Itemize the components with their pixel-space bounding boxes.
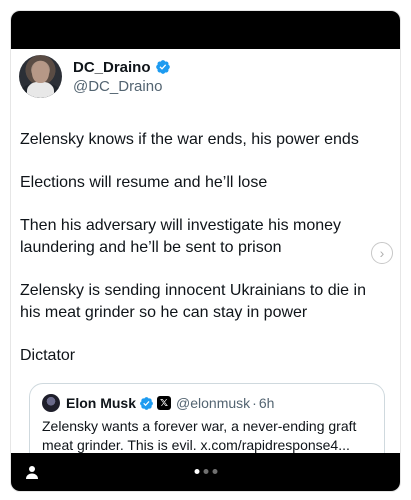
chevron-right-icon: ›: [379, 245, 385, 261]
tweet-text: Zelensky knows if the war ends, his powe…: [20, 129, 390, 388]
quoted-tweet[interactable]: Elon Musk 𝕏 @elonmusk · 6h Zelensky want…: [29, 383, 385, 453]
next-slide-button[interactable]: ›: [371, 242, 393, 264]
display-name-row: DC_Draino: [73, 59, 171, 76]
author-handle[interactable]: @DC_Draino: [73, 78, 171, 95]
carousel-indicator: [194, 469, 217, 474]
post-screenshot: DC_Draino @DC_Draino Zelensky knows if t…: [11, 49, 400, 453]
carousel-dot[interactable]: [194, 469, 199, 474]
author-names: DC_Draino @DC_Draino: [73, 59, 171, 95]
quoted-tweet-text: Zelensky wants a forever war, a never-en…: [42, 418, 357, 453]
bottom-bar: [11, 453, 400, 491]
story-frame: DC_Draino @DC_Draino Zelensky knows if t…: [10, 10, 401, 492]
quoted-tweet-header: Elon Musk 𝕏 @elonmusk · 6h: [42, 394, 372, 412]
tweet-author[interactable]: DC_Draino @DC_Draino: [19, 55, 171, 98]
user-icon[interactable]: [25, 465, 39, 479]
quoted-timestamp[interactable]: 6h: [259, 395, 275, 411]
quoted-display-name[interactable]: Elon Musk: [66, 395, 136, 411]
tweet-paragraph: Zelensky is sending innocent Ukrainians …: [20, 282, 366, 321]
author-display-name[interactable]: DC_Draino: [73, 59, 151, 76]
avatar[interactable]: [19, 55, 62, 98]
x-affiliate-icon: 𝕏: [157, 396, 172, 410]
tweet-paragraph: Dictator: [20, 347, 76, 364]
tweet-paragraph: Elections will resume and he’ll lose: [20, 174, 268, 191]
tweet-paragraph: Then his adversary will investigate his …: [20, 217, 342, 256]
carousel-dot[interactable]: [212, 469, 217, 474]
verified-badge-icon: [155, 60, 170, 74]
separator-dot: ·: [252, 395, 257, 411]
carousel-dot[interactable]: [203, 469, 208, 474]
quoted-handle[interactable]: @elonmusk: [176, 395, 250, 411]
quoted-avatar[interactable]: [42, 394, 60, 412]
verified-badge-icon: [140, 396, 153, 410]
tweet-paragraph: Zelensky knows if the war ends, his powe…: [20, 131, 359, 148]
top-bar: [11, 11, 400, 49]
